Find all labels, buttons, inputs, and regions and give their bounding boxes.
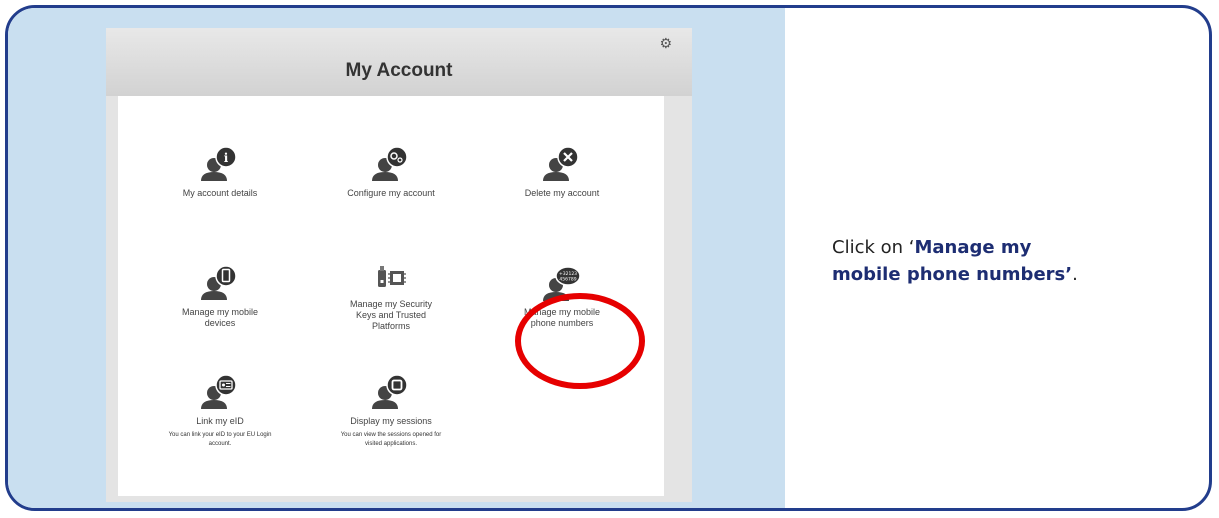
tile-description: You can view the sessions opened for vis… [340, 432, 442, 447]
tile-manage-security-keys[interactable]: Manage my Security Keys and Trusted Plat… [321, 263, 461, 332]
tile-link-my-eid[interactable]: Link my eID You can link your eID to you… [150, 372, 290, 449]
tile-description: You can link your eID to your EU Login a… [168, 432, 272, 447]
tile-label: My account details [182, 188, 258, 198]
tile-label: Manage my Security Keys and Trusted Plat… [349, 299, 433, 331]
account-options-card: i My account details Configure my accoun… [118, 96, 664, 496]
tutorial-frame: ⚙ My Account i My account details Config… [5, 5, 1212, 511]
gear-icon[interactable]: ⚙ [659, 36, 672, 52]
security-key-chip-icon [378, 266, 406, 287]
user-delete-icon [543, 146, 579, 181]
instruction-text: Click on ‘Manage my mobile phone numbers’… [832, 234, 1078, 288]
user-id-card-icon [201, 374, 237, 409]
page-title: My Account [345, 60, 453, 81]
phone-badge-line1: +32123 [559, 271, 577, 277]
user-gears-icon [372, 146, 408, 181]
account-header: ⚙ My Account [106, 28, 692, 96]
tile-display-my-sessions[interactable]: Display my sessions You can view the ses… [321, 372, 461, 449]
instruction-prefix: Click on ‘ [832, 237, 915, 258]
tile-manage-mobile-devices[interactable]: Manage my mobile devices [150, 263, 290, 329]
tile-label: Configure my account [347, 188, 435, 198]
svg-text:i: i [224, 151, 229, 165]
tile-my-account-details[interactable]: i My account details [150, 144, 290, 199]
screenshot-panel: ⚙ My Account i My account details Config… [8, 8, 785, 508]
instruction-highlight-line1: Manage my [914, 237, 1032, 258]
tile-delete-my-account[interactable]: Delete my account [492, 144, 632, 199]
user-mobile-icon [201, 265, 237, 300]
tile-label: Delete my account [524, 188, 600, 198]
user-session-icon [372, 374, 408, 409]
tile-label: Display my sessions [350, 416, 432, 426]
phone-badge-line2: 456789 [559, 277, 576, 283]
highlight-ring [515, 293, 645, 389]
user-info-icon: i [201, 146, 237, 181]
tile-label: Manage my mobile devices [181, 307, 259, 328]
tile-configure-my-account[interactable]: Configure my account [321, 144, 461, 199]
tile-label: Link my eID [196, 416, 244, 426]
instruction-highlight-line2: mobile phone numbers’ [832, 264, 1073, 285]
instruction-suffix: . [1072, 264, 1078, 285]
my-account-screenshot: ⚙ My Account i My account details Config… [106, 28, 692, 502]
